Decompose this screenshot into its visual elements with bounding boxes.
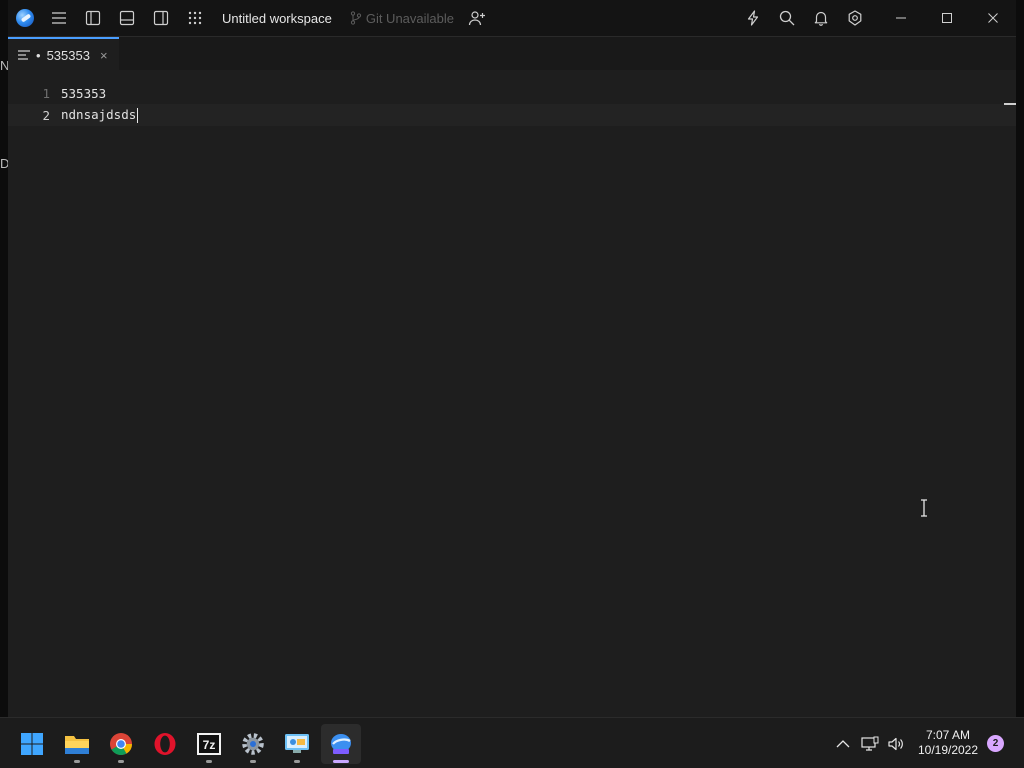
windows-logo-icon: [21, 733, 43, 755]
clock-date: 10/19/2022: [917, 743, 979, 757]
right-sidebar-icon[interactable]: [144, 0, 178, 36]
workspace-title[interactable]: Untitled workspace: [222, 11, 332, 26]
unsaved-indicator: •: [36, 47, 41, 63]
clock-time: 7:07 AM: [925, 728, 971, 742]
code-editor[interactable]: 1 535353 2 ndnsajdsds: [8, 70, 1016, 717]
line-text: ndnsajdsds: [61, 107, 139, 123]
lightning-icon[interactable]: [736, 0, 770, 36]
gear-icon: [242, 733, 264, 755]
line-number: 2: [42, 107, 50, 123]
settings-icon[interactable]: [838, 0, 872, 36]
editor-app-icon: [331, 734, 351, 754]
desktop-edge-right: [1016, 0, 1024, 717]
tab-535353[interactable]: • 535353 ×: [8, 37, 119, 71]
opera-button[interactable]: [145, 724, 185, 764]
bell-icon[interactable]: [804, 0, 838, 36]
folder-icon: [65, 736, 89, 754]
start-button[interactable]: [12, 724, 52, 764]
windows-taskbar: 7z 7:07 AM 10/19/2022: [0, 717, 1024, 768]
show-hidden-icons-chevron[interactable]: [832, 718, 854, 768]
minimize-icon[interactable]: [878, 0, 924, 36]
git-branch-icon: [350, 11, 361, 25]
scrollbar-marker[interactable]: [1004, 103, 1016, 105]
search-icon[interactable]: [770, 0, 804, 36]
tab-bar: • 535353 ×: [8, 36, 1016, 71]
left-sidebar-icon[interactable]: [76, 0, 110, 36]
bottom-panel-icon[interactable]: [110, 0, 144, 36]
running-indicator: [206, 760, 212, 763]
running-indicator: [118, 760, 124, 763]
text-file-icon: [18, 50, 30, 60]
title-bar: Untitled workspace Git Unavailable: [8, 0, 1016, 36]
git-status[interactable]: Git Unavailable: [350, 11, 454, 26]
7zip-button[interactable]: 7z: [189, 724, 229, 764]
close-icon[interactable]: [970, 0, 1016, 36]
line-number: 1: [42, 85, 50, 101]
desktop-edge-glyph-mid: D: [0, 156, 8, 171]
chrome-icon: [110, 733, 132, 755]
active-editor-button[interactable]: [321, 724, 361, 764]
remote-desktop-button[interactable]: [277, 724, 317, 764]
editor-line-active[interactable]: 2 ndnsajdsds: [8, 104, 1016, 126]
text-caret: [137, 108, 139, 123]
ibeam-cursor-icon: [921, 499, 927, 517]
running-indicator: [294, 760, 300, 763]
running-indicator: [74, 760, 80, 763]
maximize-icon[interactable]: [924, 0, 970, 36]
editor-window: Untitled workspace Git Unavailable • 535…: [8, 0, 1016, 717]
menu-icon[interactable]: [42, 0, 76, 36]
line-text: 535353: [61, 85, 107, 101]
editor-line[interactable]: 1 535353: [8, 82, 1016, 104]
chrome-button[interactable]: [101, 724, 141, 764]
network-icon[interactable]: [858, 718, 882, 768]
tab-label: 535353: [46, 47, 90, 63]
desktop-edge-glyph-top: N: [0, 58, 8, 73]
7zip-icon: 7z: [197, 733, 221, 755]
running-indicator: [250, 760, 256, 763]
git-status-label: Git Unavailable: [365, 10, 454, 26]
settings-app-button[interactable]: [233, 724, 273, 764]
add-collaborator-icon[interactable]: [460, 0, 494, 36]
system-clock[interactable]: 7:07 AM 10/19/2022: [910, 728, 986, 758]
apps-grid-icon[interactable]: [178, 0, 212, 36]
line-text-value: ndnsajdsds: [61, 107, 137, 122]
tab-close-icon[interactable]: ×: [100, 48, 108, 63]
volume-icon[interactable]: [884, 718, 908, 768]
remote-desktop-icon: [285, 734, 309, 753]
running-indicator: [333, 760, 349, 763]
notification-badge[interactable]: 2: [987, 735, 1004, 752]
file-explorer-button[interactable]: [57, 724, 97, 764]
svg-text:7z: 7z: [203, 738, 216, 752]
opera-icon: [154, 733, 176, 755]
app-logo[interactable]: [8, 0, 42, 36]
